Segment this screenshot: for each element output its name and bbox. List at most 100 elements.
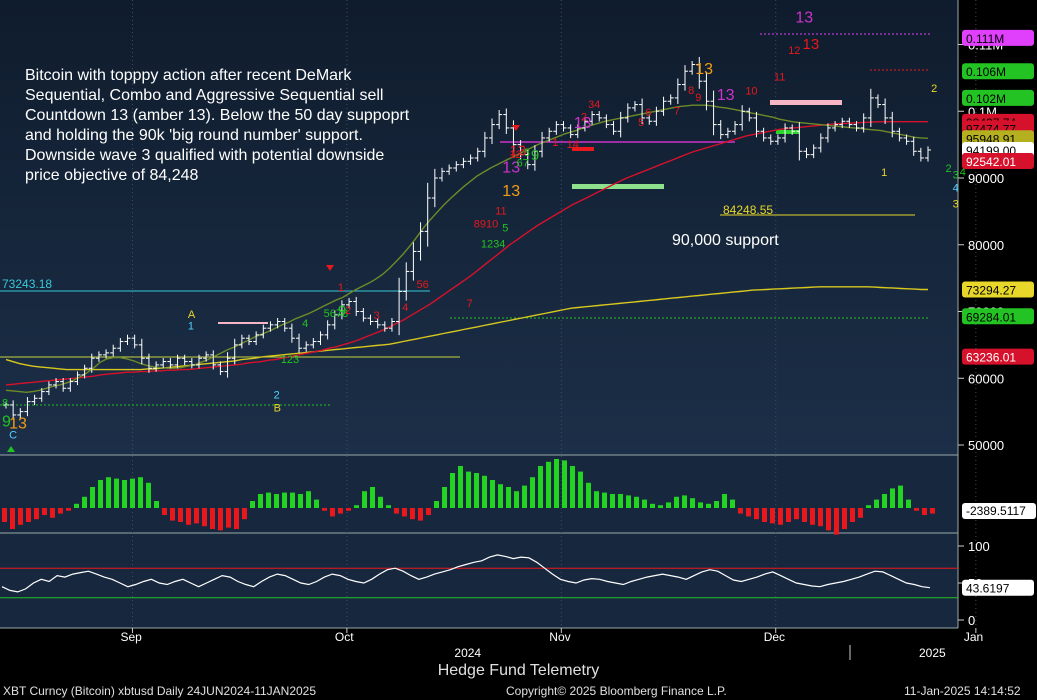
hist-bar (474, 473, 479, 508)
hist-bar (850, 508, 855, 522)
hist-bar (890, 488, 895, 508)
hist-bar (354, 505, 359, 508)
hist-bar (338, 508, 343, 514)
indicator1-value: -2389.5117 (966, 504, 1026, 518)
ind2-tick-label: 100 (968, 539, 990, 554)
hist-bar (146, 482, 151, 508)
value-box-label: 0.111M (966, 32, 1004, 46)
hist-bar (458, 466, 463, 508)
demark-count: 9 (531, 147, 539, 164)
demark-count: 11 (495, 206, 506, 218)
hist-bar (770, 508, 775, 524)
y-tick-label: 60000 (968, 371, 1004, 386)
hist-bar (322, 508, 327, 511)
objective-label: 84248.55 (723, 203, 773, 217)
hist-bar (722, 494, 727, 508)
hist-bar (330, 508, 335, 517)
support-label: 90,000 support (672, 232, 779, 249)
demark-count: 13 (509, 142, 526, 159)
hist-bar (122, 480, 127, 508)
hist-bar (546, 461, 551, 508)
hist-bar (874, 499, 879, 508)
hist-bar (514, 491, 519, 508)
demark-count: 13 (802, 36, 819, 53)
hist-bar (306, 491, 311, 508)
hist-bar (178, 508, 183, 522)
demark-count: 5 (638, 117, 644, 129)
demark-count: 2 (345, 305, 351, 317)
hist-bar (706, 503, 711, 508)
demark-count: 1 (338, 282, 344, 294)
hist-bar (682, 495, 687, 508)
hist-bar (194, 508, 199, 524)
demark-count: C (9, 429, 17, 441)
hist-bar (714, 501, 719, 508)
hist-bar (346, 508, 351, 511)
hist-bar (762, 508, 767, 522)
demark-count: 13 (717, 87, 735, 104)
hist-bar (610, 494, 615, 508)
demark-count: 8 (2, 397, 8, 409)
hist-bar (738, 508, 743, 514)
hist-bar (810, 508, 815, 525)
indicator2-panel (0, 533, 958, 628)
hist-bar (234, 508, 239, 529)
hist-bar (634, 496, 639, 508)
hist-bar (586, 482, 591, 508)
hist-bar (250, 501, 255, 508)
hist-bar (466, 471, 471, 508)
demark-count: 8 (688, 85, 694, 97)
hist-bar (914, 508, 919, 511)
demark-count: 2 (931, 83, 937, 95)
hist-bar (922, 508, 927, 515)
y-tick-label: 80000 (968, 238, 1004, 253)
hist-bar (658, 505, 663, 508)
demark-count: 1 (552, 137, 558, 149)
hist-bar (530, 477, 535, 508)
setup-trend-pink (770, 100, 842, 105)
hist-bar (498, 484, 503, 508)
hist-bar (778, 508, 783, 525)
hist-bar (554, 459, 559, 508)
hist-bar (82, 496, 87, 508)
hist-bar (242, 508, 247, 520)
hist-bar (570, 466, 575, 508)
hist-bar (746, 508, 751, 517)
hist-bar (402, 508, 407, 517)
hist-bar (282, 492, 287, 508)
hist-bar (842, 508, 847, 529)
hist-bar (826, 508, 831, 531)
hist-bar (434, 501, 439, 508)
hist-bar (690, 498, 695, 508)
x-tick-label: Jan (964, 630, 983, 644)
hist-bar (170, 508, 175, 521)
hist-bar (618, 494, 623, 508)
hist-bar (674, 496, 679, 508)
level-label-73243: 73243.18 (2, 277, 52, 291)
hist-bar (698, 502, 703, 508)
hist-bar (290, 492, 295, 508)
hist-bar (26, 508, 31, 522)
hist-bar (90, 487, 95, 508)
hist-bar (18, 508, 23, 525)
hist-bar (66, 508, 71, 511)
hist-bar (130, 478, 135, 508)
demark-count: A (188, 309, 196, 321)
hist-bar (906, 499, 911, 508)
demark-count: 6 (645, 107, 651, 119)
hist-bar (666, 502, 671, 508)
value-box-label: 69284.01 (966, 310, 1016, 324)
hist-bar (394, 508, 399, 514)
demark-count: 7 (467, 298, 473, 310)
annotation-line: Sequential, Combo and Aggressive Sequent… (25, 87, 383, 104)
hist-bar (74, 503, 79, 508)
year-label: 2025 (919, 646, 946, 660)
hist-bar (42, 508, 47, 515)
hist-bar (650, 503, 655, 508)
hist-bar (450, 473, 455, 508)
hist-bar (2, 508, 7, 522)
security-info: XBT Curncy (Bitcoin) xbtusd Daily 24JUN2… (3, 684, 317, 698)
demark-count: 14 (567, 139, 579, 151)
hist-bar (834, 508, 839, 535)
x-tick-label: Dec (764, 630, 785, 644)
